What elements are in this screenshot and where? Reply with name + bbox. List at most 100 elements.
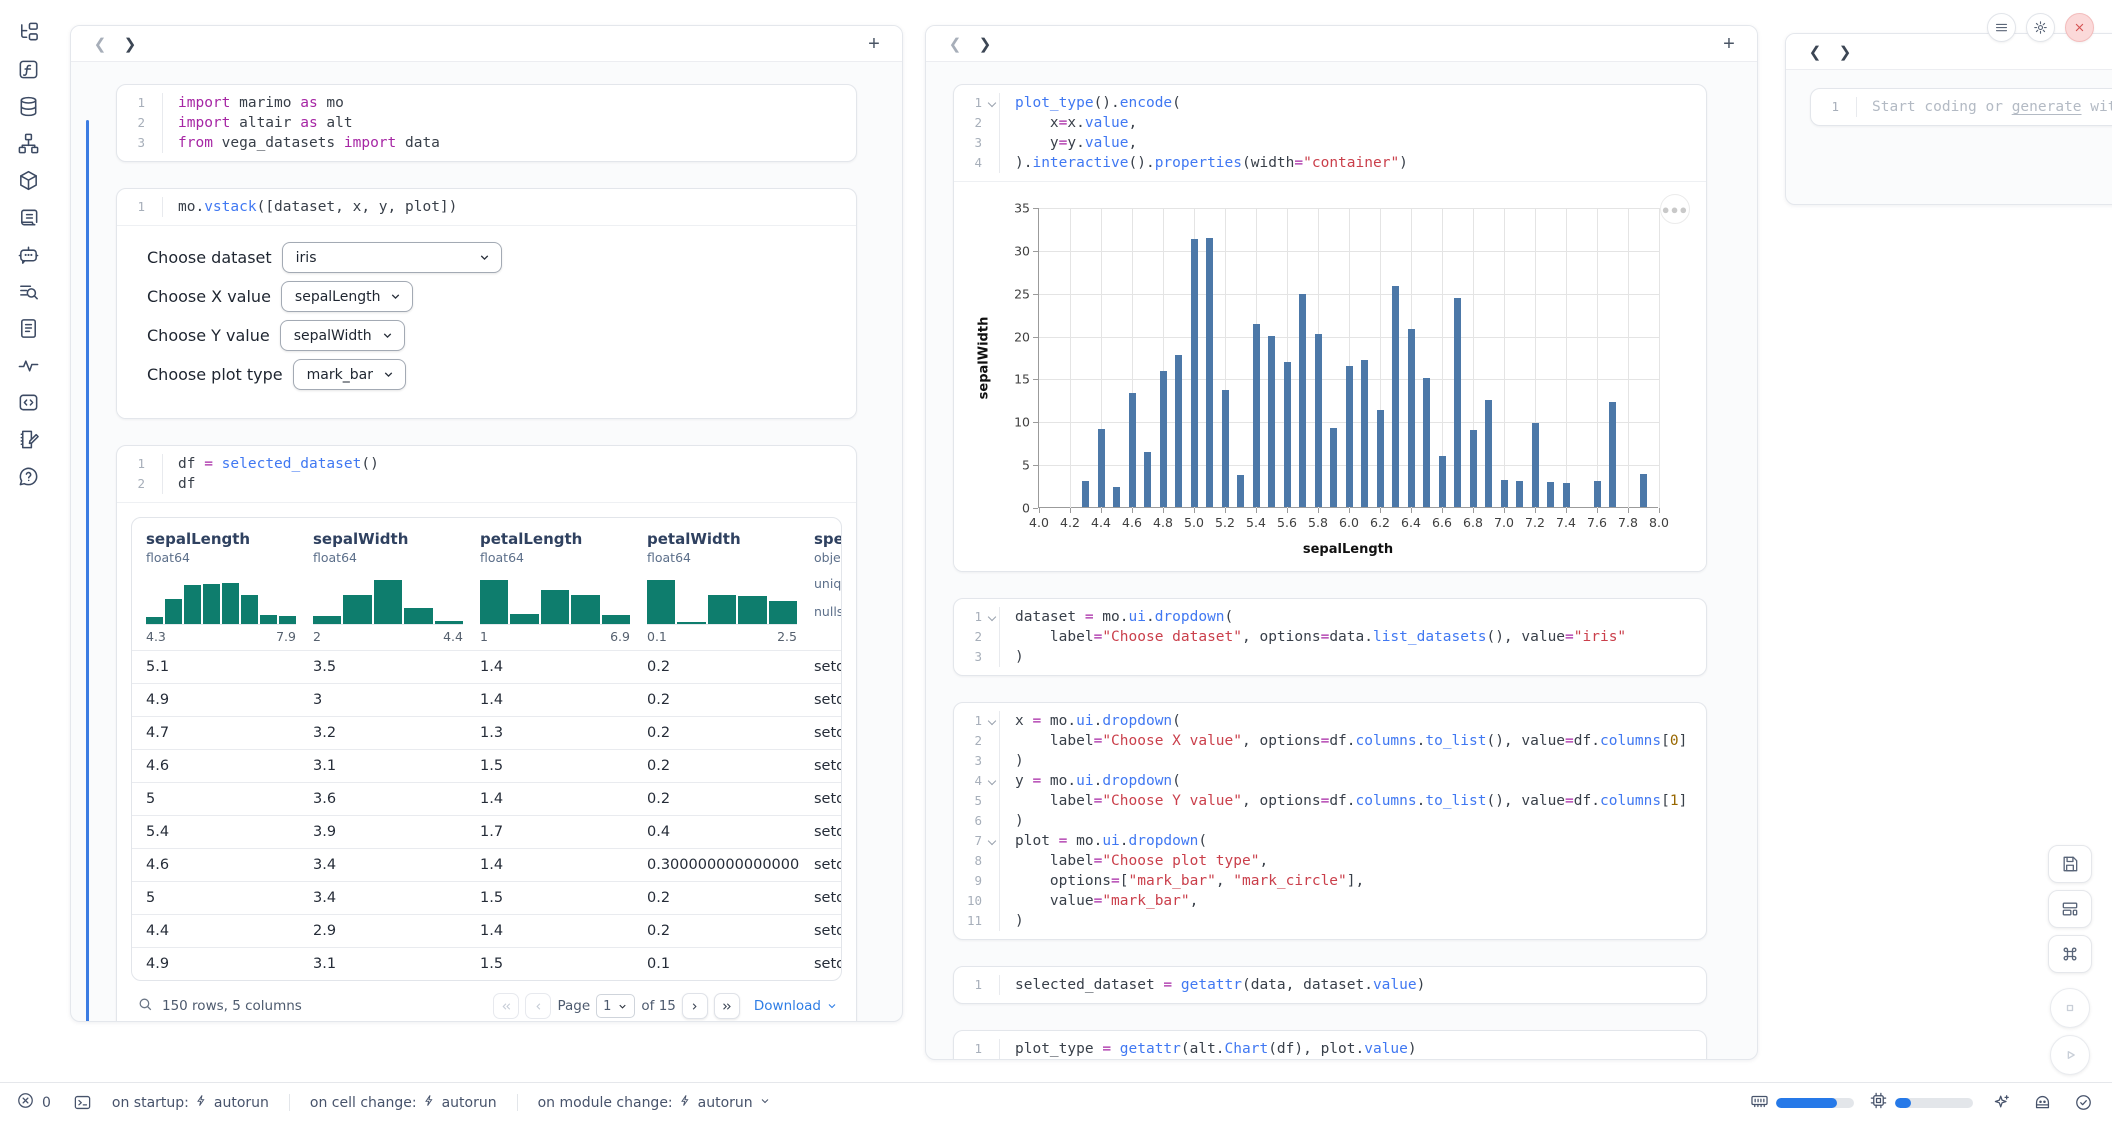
chart-bar[interactable] bbox=[1439, 456, 1446, 507]
code-line[interactable]: 1selected_dataset = getattr(data, datase… bbox=[954, 975, 1706, 995]
code-line[interactable]: 9 options=["mark_bar", "mark_circle"], bbox=[954, 871, 1706, 891]
code-line[interactable]: 8 label="Choose plot type", bbox=[954, 851, 1706, 871]
chart-bar[interactable] bbox=[1237, 475, 1244, 507]
code-line[interactable]: 4y = mo.ui.dropdown( bbox=[954, 771, 1706, 791]
logs-icon[interactable] bbox=[8, 199, 48, 236]
ram-usage-gauge[interactable] bbox=[1750, 1091, 1854, 1114]
table-row[interactable]: 4.63.11.50.2setosa bbox=[132, 749, 841, 782]
column-header-petalLength[interactable]: petalLengthfloat6416.9 bbox=[466, 530, 633, 644]
first-page-icon[interactable] bbox=[493, 993, 519, 1019]
code-line[interactable]: 1plot_type().encode( bbox=[954, 93, 1706, 113]
column-prev-icon[interactable]: ❮ bbox=[1800, 39, 1830, 65]
save-icon[interactable] bbox=[2048, 845, 2092, 883]
code-line[interactable]: 2 label="Choose dataset", options=data.l… bbox=[954, 627, 1706, 647]
chart-bar[interactable] bbox=[1485, 400, 1492, 507]
dependency-graph-icon[interactable] bbox=[8, 125, 48, 162]
functions-icon[interactable] bbox=[8, 51, 48, 88]
code-line[interactable]: 1x = mo.ui.dropdown( bbox=[954, 711, 1706, 731]
code-line[interactable]: 6) bbox=[954, 811, 1706, 831]
menu-icon[interactable] bbox=[1987, 13, 2016, 42]
column-header-species[interactable]: speciesobjectunique:nulls: bbox=[800, 530, 841, 644]
altair-bar-chart[interactable]: sepalWidth 051015202530354.04.24.44.64.8… bbox=[954, 182, 1706, 516]
tracing-icon[interactable] bbox=[8, 347, 48, 384]
layout-panels-icon[interactable] bbox=[2048, 890, 2092, 928]
dataframe-cell[interactable]: 1df = selected_dataset()2df sepalLengthf… bbox=[116, 445, 857, 1022]
ai-chat-icon[interactable] bbox=[8, 236, 48, 273]
snippets-icon[interactable] bbox=[8, 384, 48, 421]
chart-bar[interactable] bbox=[1206, 238, 1213, 507]
stop-icon[interactable] bbox=[2050, 988, 2090, 1028]
selected-dataset-cell[interactable]: 1selected_dataset = getattr(data, datase… bbox=[953, 966, 1707, 1004]
file-explorer-icon[interactable] bbox=[8, 14, 48, 51]
code-line[interactable]: 3) bbox=[954, 751, 1706, 771]
table-row[interactable]: 53.61.40.2setosa bbox=[132, 782, 841, 815]
code-line[interactable]: 5 label="Choose Y value", options=df.col… bbox=[954, 791, 1706, 811]
next-page-icon[interactable] bbox=[682, 993, 708, 1019]
chart-bar[interactable] bbox=[1315, 334, 1322, 507]
on-module-change-setting[interactable]: on module change: autorun bbox=[517, 1094, 791, 1111]
table-row[interactable]: 4.73.21.30.2setosa bbox=[132, 716, 841, 749]
terminal-icon[interactable] bbox=[73, 1093, 92, 1112]
chart-bar[interactable] bbox=[1408, 329, 1415, 507]
column-header-petalWidth[interactable]: petalWidthfloat640.12.5 bbox=[633, 530, 800, 644]
code-line[interactable]: 2df bbox=[117, 474, 856, 494]
chart-bar[interactable] bbox=[1361, 360, 1368, 507]
chart-bar[interactable] bbox=[1330, 428, 1337, 507]
table-row[interactable]: 4.42.91.40.2setosa bbox=[132, 914, 841, 947]
chart-bar[interactable] bbox=[1501, 480, 1508, 507]
chart-bar[interactable] bbox=[1516, 481, 1523, 507]
table-row[interactable]: 4.63.41.40.3000000000000004setosa bbox=[132, 848, 841, 881]
fold-chevron-icon[interactable] bbox=[988, 613, 996, 621]
chart-bar[interactable] bbox=[1377, 410, 1384, 507]
chart-bar[interactable] bbox=[1268, 336, 1275, 507]
chatbot-icon[interactable] bbox=[2029, 1084, 2055, 1121]
on-startup-setting[interactable]: on startup: autorun bbox=[92, 1094, 289, 1111]
chart-bar[interactable] bbox=[1547, 482, 1554, 507]
on-cell-change-setting[interactable]: on cell change: autorun bbox=[289, 1094, 517, 1111]
xy-plot-dropdown-cell[interactable]: 1x = mo.ui.dropdown(2 label="Choose X va… bbox=[953, 702, 1707, 940]
help-icon[interactable] bbox=[8, 458, 48, 495]
chart-bar[interactable] bbox=[1423, 378, 1430, 507]
cell-editor-placeholder[interactable]: Start coding or generate with bbox=[1857, 97, 2112, 117]
plot-type-dropdown[interactable]: mark_bar bbox=[293, 359, 406, 390]
code-line[interactable]: 2 x=x.value, bbox=[954, 113, 1706, 133]
table-row[interactable]: 4.93.11.50.1setosa bbox=[132, 947, 841, 980]
scratchpad-icon[interactable] bbox=[8, 421, 48, 458]
chart-bar[interactable] bbox=[1175, 355, 1182, 507]
fold-chevron-icon[interactable] bbox=[988, 99, 996, 107]
chart-bar[interactable] bbox=[1082, 481, 1089, 507]
documentation-icon[interactable] bbox=[8, 310, 48, 347]
ai-sparkles-icon[interactable] bbox=[1988, 1084, 2014, 1121]
last-page-icon[interactable] bbox=[714, 993, 740, 1019]
packages-icon[interactable] bbox=[8, 162, 48, 199]
errors-indicator[interactable]: 0 bbox=[16, 1091, 51, 1114]
code-line[interactable]: 2 label="Choose X value", options=df.col… bbox=[954, 731, 1706, 751]
code-line[interactable]: 3from vega_datasets import data bbox=[117, 133, 856, 153]
code-line[interactable]: 1mo.vstack([dataset, x, y, plot]) bbox=[117, 197, 856, 217]
chart-bar[interactable] bbox=[1222, 390, 1229, 507]
column-header-sepalWidth[interactable]: sepalWidthfloat6424.4 bbox=[299, 530, 466, 644]
chart-bar[interactable] bbox=[1160, 371, 1167, 507]
code-line[interactable]: 1df = selected_dataset() bbox=[117, 454, 856, 474]
close-icon[interactable] bbox=[2065, 13, 2094, 42]
code-line[interactable]: 10 value="mark_bar", bbox=[954, 891, 1706, 911]
y-value-dropdown[interactable]: sepalWidth bbox=[280, 320, 405, 351]
chart-bar[interactable] bbox=[1392, 286, 1399, 507]
column-histogram[interactable] bbox=[313, 577, 463, 625]
table-search-icon[interactable] bbox=[137, 996, 154, 1017]
table-row[interactable]: 5.13.51.40.2setosa bbox=[132, 650, 841, 683]
chart-bar[interactable] bbox=[1594, 481, 1601, 507]
add-cell-icon[interactable]: + bbox=[1715, 34, 1743, 54]
code-line[interactable]: 1dataset = mo.ui.dropdown( bbox=[954, 607, 1706, 627]
x-value-dropdown[interactable]: sepalLength bbox=[281, 281, 414, 312]
keyboard-shortcuts-icon[interactable] bbox=[2048, 935, 2092, 973]
code-line[interactable]: 4).interactive().properties(width="conta… bbox=[954, 153, 1706, 173]
code-line[interactable]: 1plot_type = getattr(alt.Chart(df), plot… bbox=[954, 1039, 1706, 1059]
code-line[interactable]: 7plot = mo.ui.dropdown( bbox=[954, 831, 1706, 851]
add-cell-icon[interactable]: + bbox=[860, 34, 888, 54]
chart-bar[interactable] bbox=[1253, 324, 1260, 507]
table-row[interactable]: 4.931.40.2setosa bbox=[132, 683, 841, 716]
vstack-cell[interactable]: 1mo.vstack([dataset, x, y, plot]) Choose… bbox=[116, 188, 857, 419]
cpu-usage-gauge[interactable] bbox=[1869, 1091, 1973, 1114]
chart-bar[interactable] bbox=[1299, 294, 1306, 507]
